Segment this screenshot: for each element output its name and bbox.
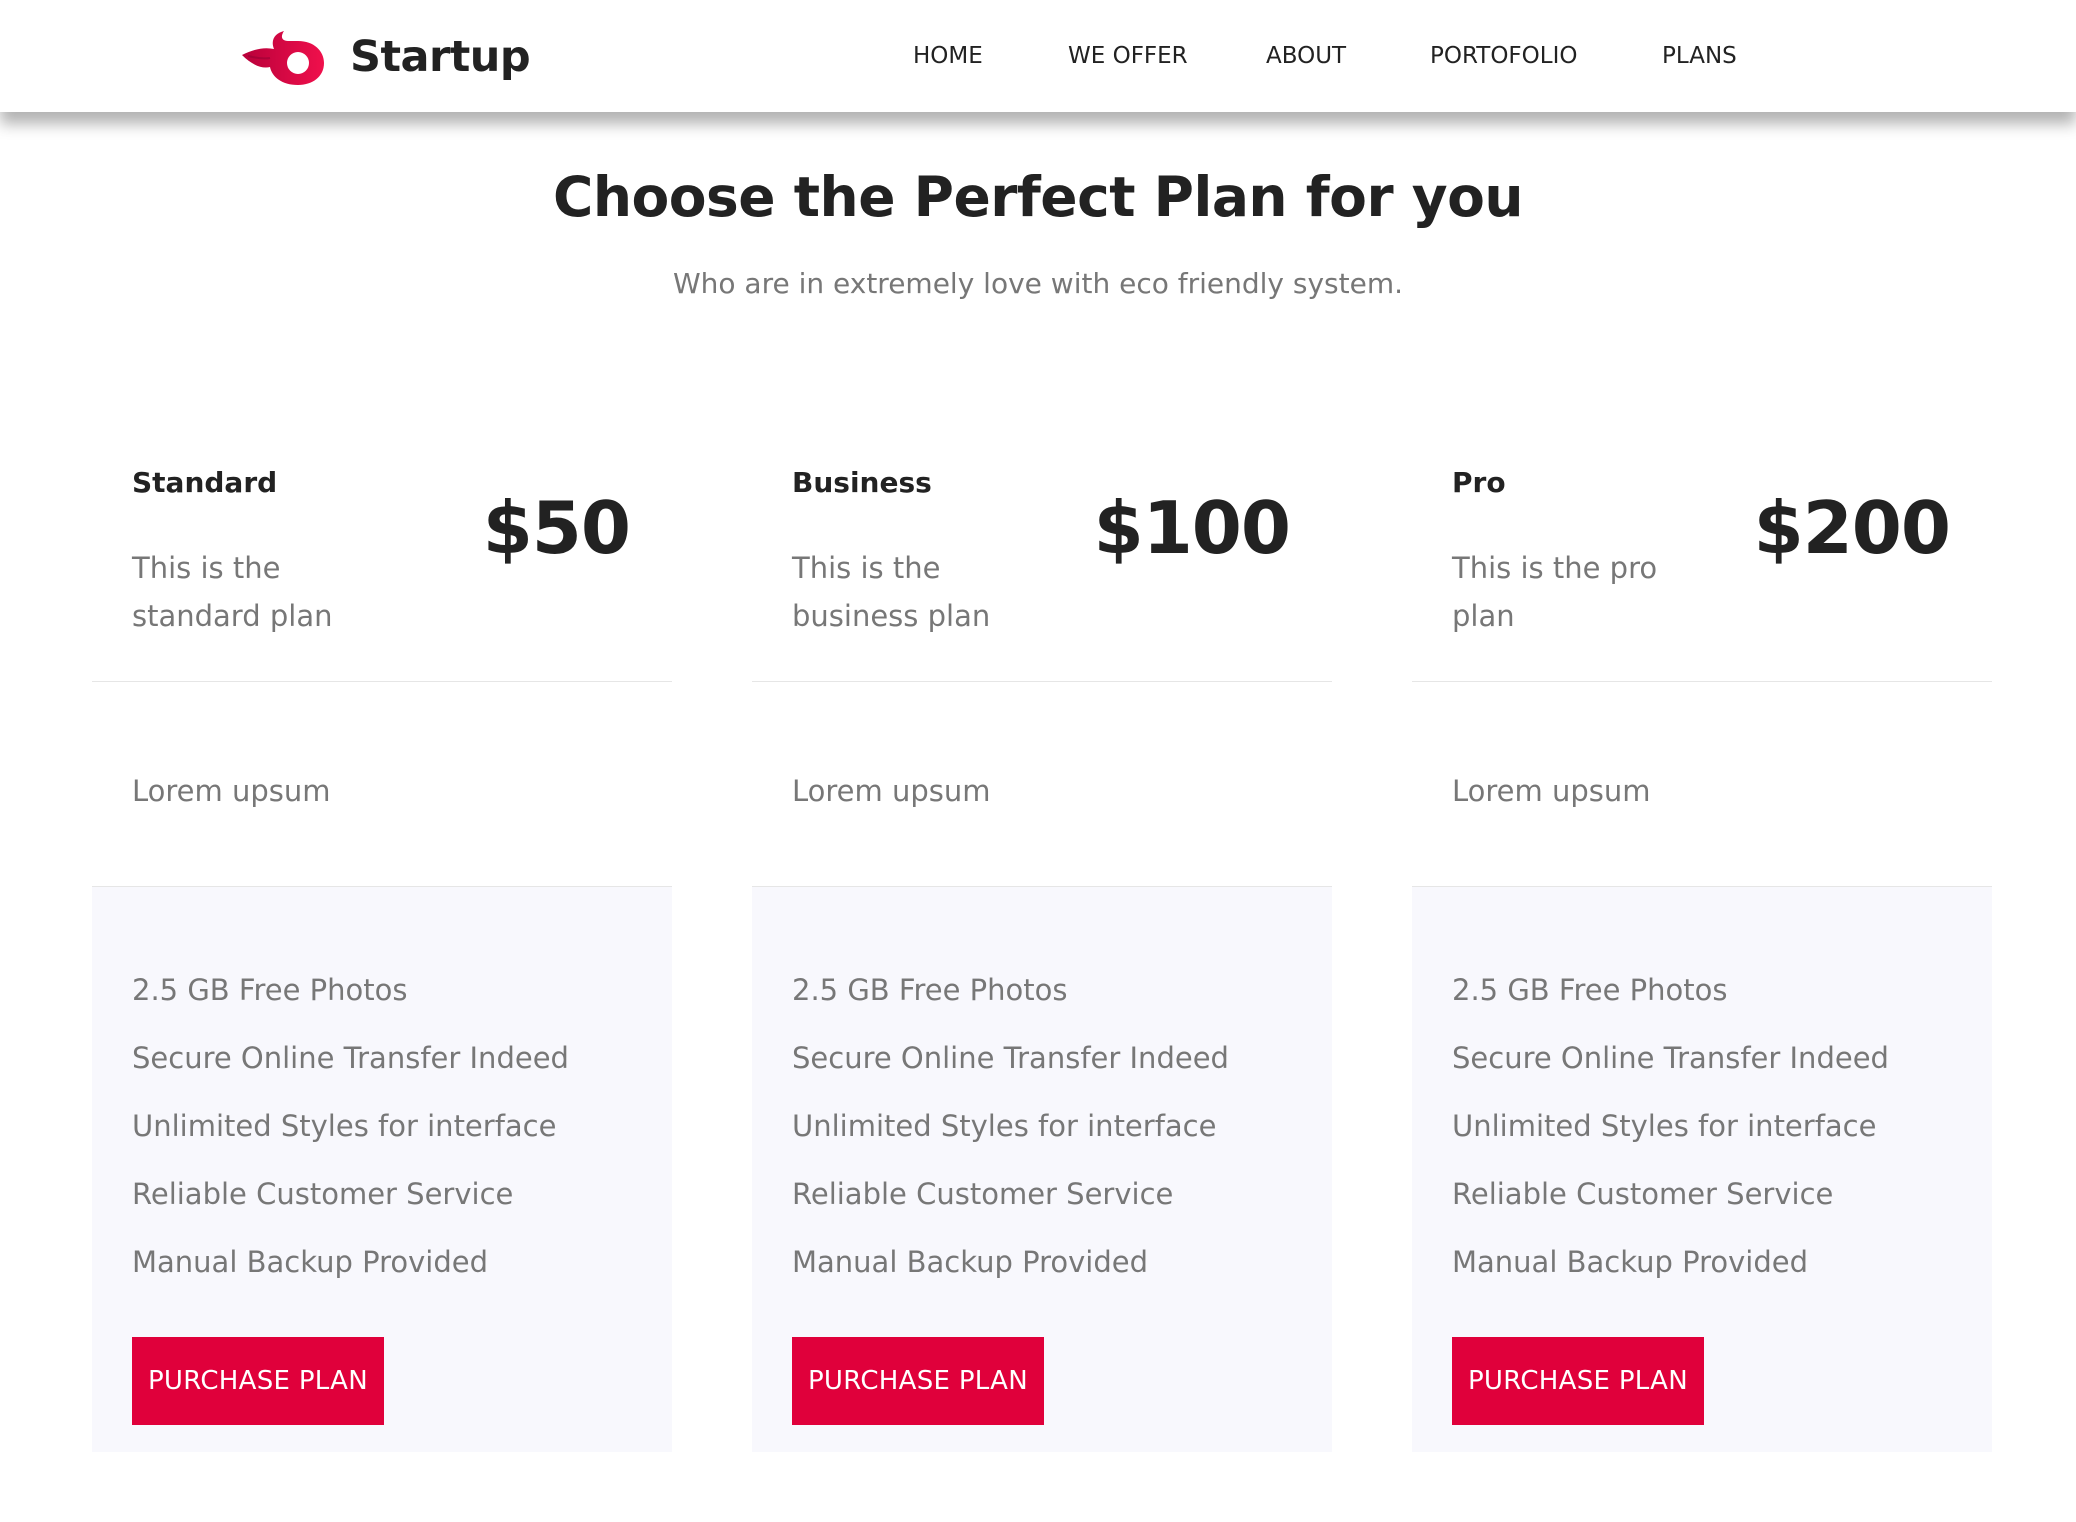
feature-item: Secure Online Transfer Indeed xyxy=(132,1041,569,1075)
plan-card-features: 2.5 GB Free Photos Secure Online Transfe… xyxy=(92,887,672,1452)
purchase-plan-button-business[interactable]: PURCHASE PLAN xyxy=(792,1337,1044,1425)
plan-card-business: Business This is the business plan $100 … xyxy=(752,440,1332,1452)
purchase-plan-button-pro[interactable]: PURCHASE PLAN xyxy=(1452,1337,1704,1425)
plan-card-features: 2.5 GB Free Photos Secure Online Transfe… xyxy=(1412,887,1992,1452)
plan-card-middle: Lorem upsum xyxy=(92,682,672,887)
feature-list: 2.5 GB Free Photos Secure Online Transfe… xyxy=(792,965,1292,1305)
purchase-plan-button-standard[interactable]: PURCHASE PLAN xyxy=(132,1337,384,1425)
feature-item: Manual Backup Provided xyxy=(792,1245,1149,1279)
plan-card-middle: Lorem upsum xyxy=(752,682,1332,887)
feature-item: Secure Online Transfer Indeed xyxy=(1452,1041,1889,1075)
top-navbar: Startup HOME WE OFFER ABOUT PORTOFOLIO P… xyxy=(0,0,2076,112)
plan-name: Pro xyxy=(1452,466,1506,499)
feature-item: Unlimited Styles for interface xyxy=(132,1109,557,1143)
nav-link-home[interactable]: HOME xyxy=(913,36,983,76)
plan-note: Lorem upsum xyxy=(792,774,991,808)
feature-item: Reliable Customer Service xyxy=(1452,1177,1834,1211)
plan-card-header: Pro This is the pro plan $200 xyxy=(1412,440,1992,682)
plan-card-standard: Standard This is the standard plan $50 L… xyxy=(92,440,672,1452)
feature-item: 2.5 GB Free Photos xyxy=(132,973,408,1007)
feature-item: 2.5 GB Free Photos xyxy=(792,973,1068,1007)
nav-link-plans[interactable]: PLANS xyxy=(1662,36,1737,76)
plan-name: Standard xyxy=(132,466,278,499)
feature-list: 2.5 GB Free Photos Secure Online Transfe… xyxy=(1452,965,1952,1305)
plan-description: This is the business plan xyxy=(792,551,991,633)
page-title: Choose the Perfect Plan for you xyxy=(552,165,1524,229)
main-nav: HOME WE OFFER ABOUT PORTOFOLIO PLANS xyxy=(0,36,2076,76)
nav-link-portofolio[interactable]: PORTOFOLIO xyxy=(1430,36,1577,76)
feature-item: Manual Backup Provided xyxy=(132,1245,489,1279)
pricing-heading: Choose the Perfect Plan for you Who are … xyxy=(0,165,2076,300)
nav-link-about[interactable]: ABOUT xyxy=(1266,36,1346,76)
plan-note: Lorem upsum xyxy=(132,774,331,808)
feature-item: Reliable Customer Service xyxy=(132,1177,514,1211)
plan-card-header: Standard This is the standard plan $50 xyxy=(92,440,672,682)
feature-item: Reliable Customer Service xyxy=(792,1177,1174,1211)
plan-description: This is the standard plan xyxy=(132,551,333,633)
feature-item: 2.5 GB Free Photos xyxy=(1452,973,1728,1007)
plan-name: Business xyxy=(792,466,932,499)
plan-card-features: 2.5 GB Free Photos Secure Online Transfe… xyxy=(752,887,1332,1452)
plan-description: This is the pro plan xyxy=(1452,551,1658,633)
feature-item: Manual Backup Provided xyxy=(1452,1245,1809,1279)
plan-note: Lorem upsum xyxy=(1452,774,1651,808)
plan-card-pro: Pro This is the pro plan $200 Lorem upsu… xyxy=(1412,440,1992,1452)
plan-price: $200 xyxy=(1753,486,1951,570)
plan-card-middle: Lorem upsum xyxy=(1412,682,1992,887)
nav-link-we-offer[interactable]: WE OFFER xyxy=(1068,36,1188,76)
feature-item: Unlimited Styles for interface xyxy=(792,1109,1217,1143)
feature-item: Unlimited Styles for interface xyxy=(1452,1109,1877,1143)
plan-card-header: Business This is the business plan $100 xyxy=(752,440,1332,682)
feature-item: Secure Online Transfer Indeed xyxy=(792,1041,1229,1075)
plan-price: $50 xyxy=(482,486,631,570)
feature-list: 2.5 GB Free Photos Secure Online Transfe… xyxy=(132,965,632,1305)
page-subtitle: Who are in extremely love with eco frien… xyxy=(672,267,1404,300)
plan-price: $100 xyxy=(1093,486,1291,570)
